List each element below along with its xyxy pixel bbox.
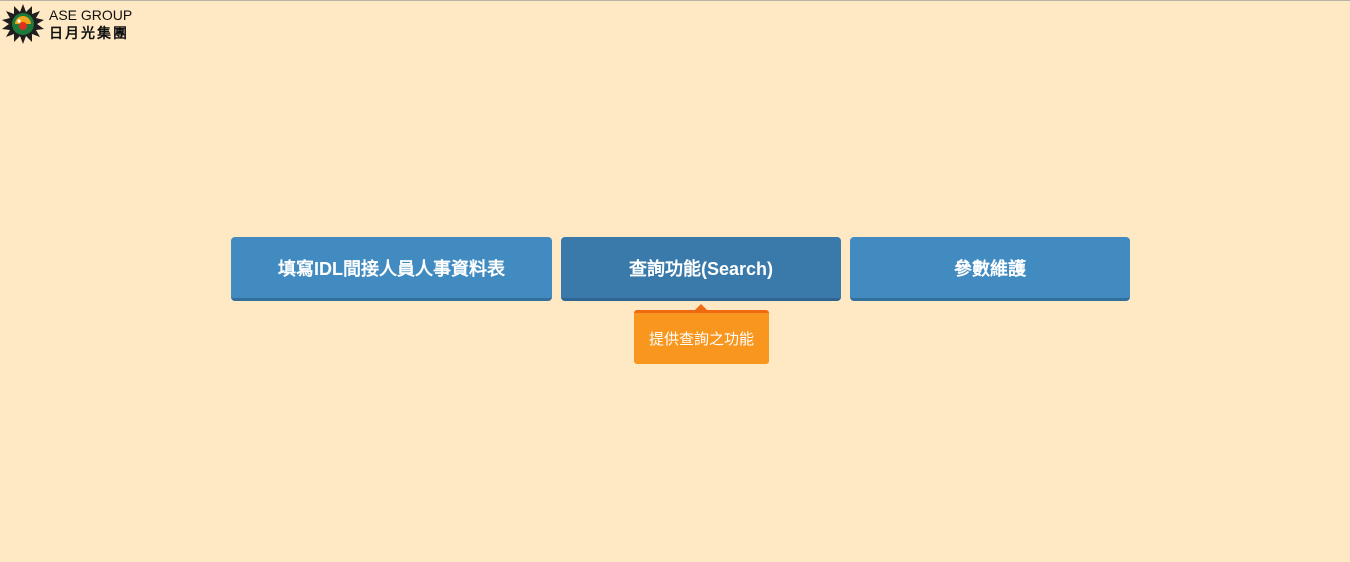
tooltip-text: 提供查詢之功能 (648, 331, 754, 348)
search-function-label: 查詢功能(Search) (628, 258, 774, 279)
logo-text-chinese: 日月光集團 (49, 26, 129, 42)
ase-star-logo-icon (2, 4, 44, 44)
search-function-button[interactable]: 查詢功能(Search) (561, 237, 841, 301)
parameter-maintenance-button[interactable]: 參數維護 (850, 237, 1130, 301)
fill-idl-personnel-form-label: 填寫IDL間接人員人事資料表 (278, 258, 505, 279)
parameter-maintenance-label: 參數維護 (954, 258, 1026, 279)
ase-group-logo: ASE GROUP 日月光集團 (1, 3, 136, 45)
fill-idl-personnel-form-button[interactable]: 填寫IDL間接人員人事資料表 (231, 237, 552, 301)
logo-text-english: ASE GROUP (49, 7, 133, 23)
search-tooltip: 提供查詢之功能 (634, 310, 769, 364)
